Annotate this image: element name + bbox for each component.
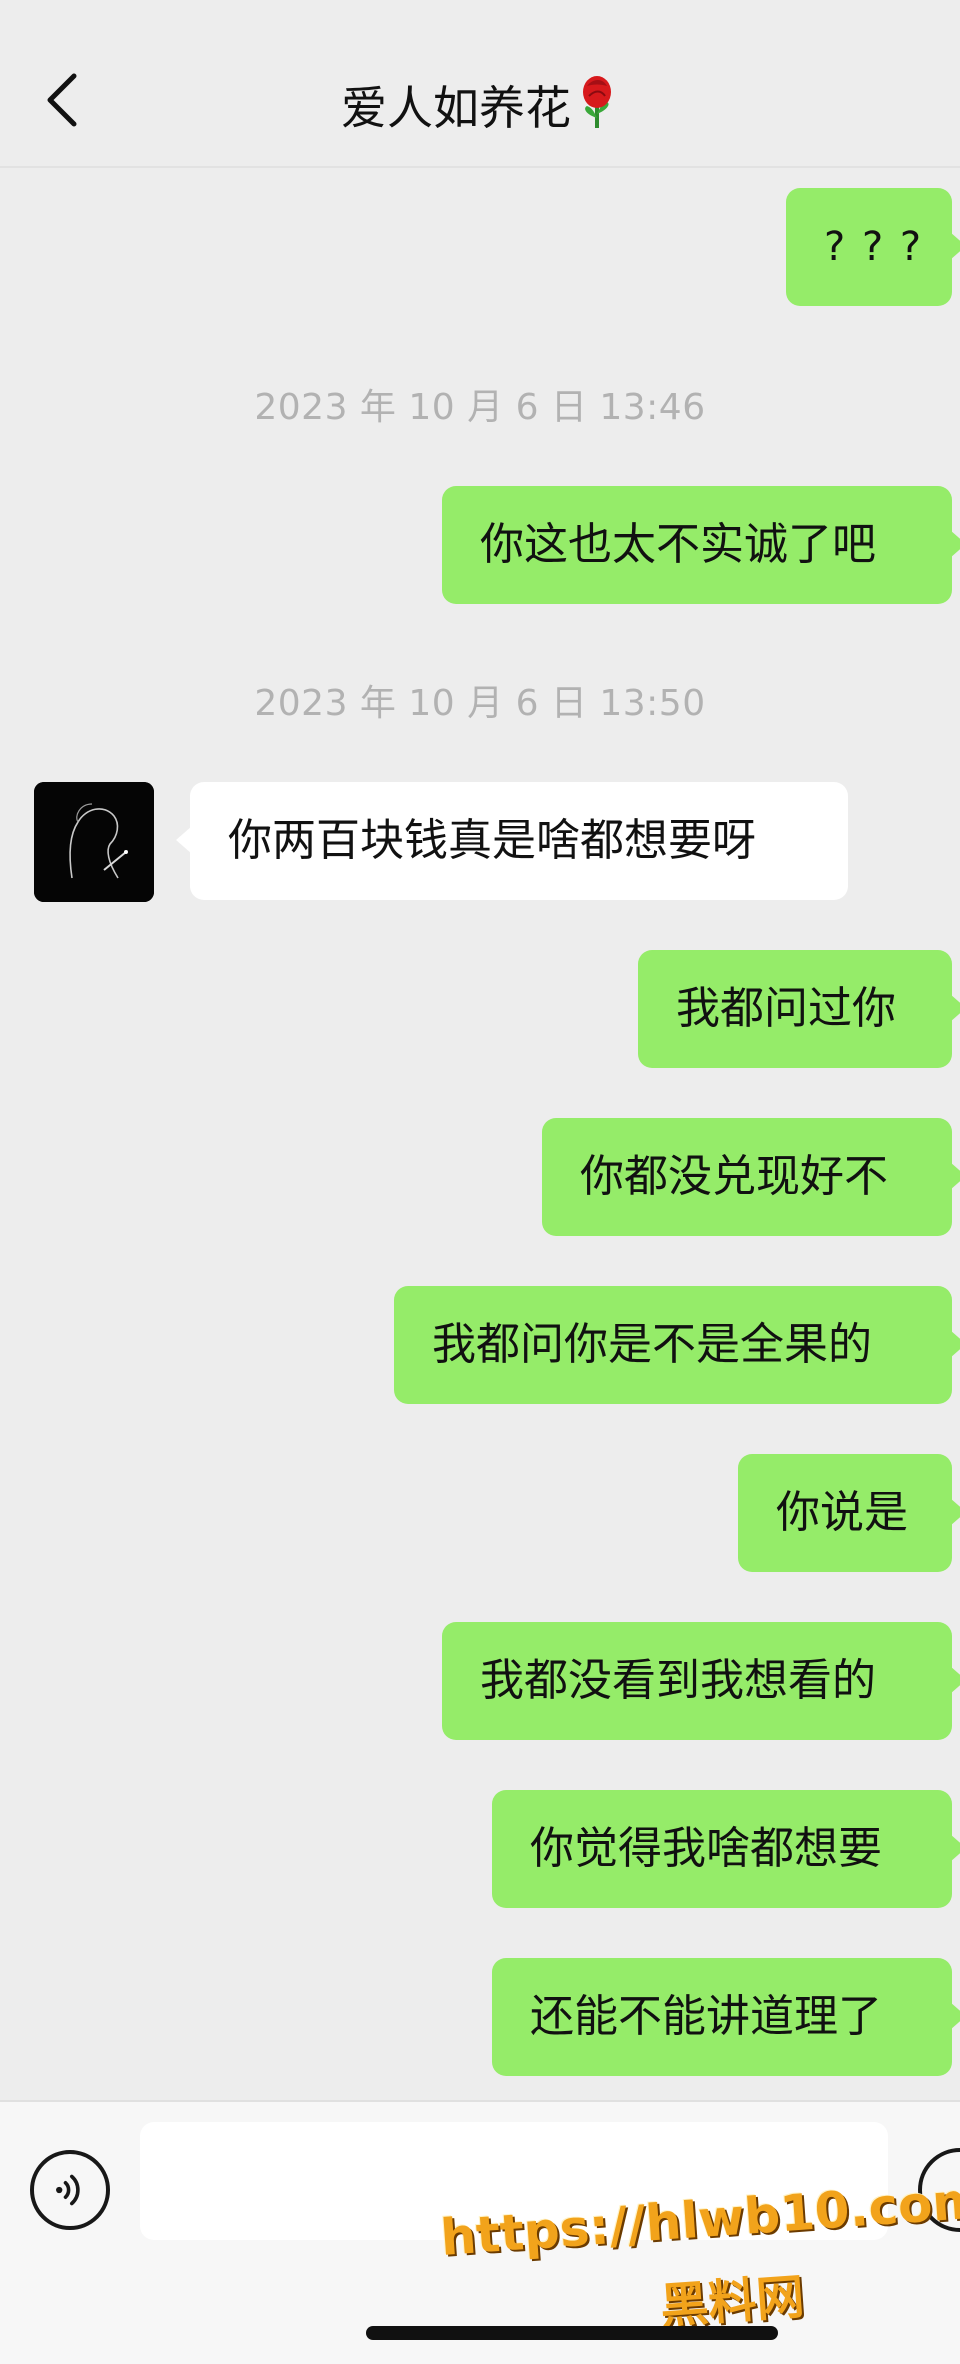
home-indicator[interactable] bbox=[366, 2326, 778, 2340]
message-bubble-contact[interactable]: 你两百块钱真是啥都想要呀 bbox=[176, 782, 848, 900]
message-bubble-mine[interactable]: 我都问过你 bbox=[638, 950, 960, 1068]
chat-title: 爱人如养花 bbox=[0, 72, 960, 141]
watermark-name: 黑料网 bbox=[658, 2269, 807, 2335]
message-bubble-mine[interactable]: 还能不能讲道理了 bbox=[492, 1958, 960, 2076]
timestamp: 2023 年 10 月 6 日 13:46 bbox=[254, 387, 706, 428]
message-bubble-mine[interactable]: 你觉得我啥都想要 bbox=[492, 1790, 960, 1908]
message-bubble-mine[interactable]: 你说是 bbox=[738, 1454, 960, 1572]
voice-input-icon[interactable] bbox=[30, 2150, 110, 2230]
message-bubble-mine[interactable]: 我都问你是不是全果的 bbox=[394, 1286, 960, 1404]
message-bubble-mine[interactable]: ? ? ? bbox=[786, 188, 960, 306]
contact-name: 爱人如养花 bbox=[341, 81, 571, 135]
message-list[interactable]: ? ? ? 2023 年 10 月 6 日 13:46 你这也太不实诚了吧 20… bbox=[0, 168, 960, 2100]
message-bubble-mine[interactable]: 你这也太不实诚了吧 bbox=[442, 486, 960, 604]
chat-header: 爱人如养花 bbox=[0, 0, 960, 168]
timestamp: 2023 年 10 月 6 日 13:50 bbox=[254, 683, 706, 724]
contact-avatar[interactable] bbox=[34, 782, 154, 902]
chat-screen: 爱人如养花 ? ? ? 2023 年 10 月 6 日 13:46 你这也太不实… bbox=[0, 0, 960, 2364]
message-bubble-mine[interactable]: 你都没兑现好不 bbox=[542, 1118, 960, 1236]
message-bubble-mine[interactable]: 我都没看到我想看的 bbox=[442, 1622, 960, 1740]
rose-emoji-icon bbox=[575, 74, 619, 141]
